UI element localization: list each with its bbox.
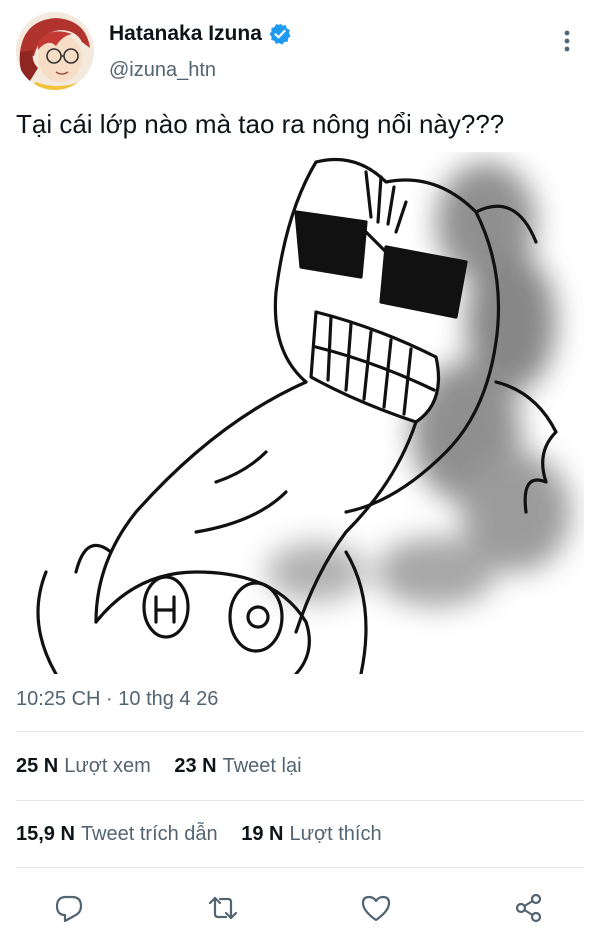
views-stat[interactable]: 25 N Lượt xem (16, 755, 151, 778)
retweets-stat[interactable]: 23 N Tweet lại (174, 755, 301, 778)
retweet-icon[interactable] (205, 890, 241, 926)
likes-count: 19 N (241, 823, 284, 845)
views-count: 25 N (16, 755, 59, 777)
quotes-label: Tweet trích dẫn (80, 823, 218, 845)
action-bar (0, 880, 600, 936)
tweet-timestamp[interactable]: 10:25 CH · 10 thg 4 26 (16, 688, 218, 711)
avatar[interactable] (16, 12, 94, 90)
divider (16, 800, 584, 801)
likes-stat[interactable]: 19 N Lượt thích (241, 823, 381, 846)
retweets-label: Tweet lại (222, 755, 302, 777)
tweet-text: Tại cái lớp nào mà tao ra nông nổi này??… (16, 109, 505, 139)
more-options-icon[interactable] (556, 28, 578, 54)
user-handle[interactable]: @izuna_htn (109, 59, 216, 82)
tweet-media-image[interactable] (16, 152, 584, 676)
views-label: Lượt xem (64, 755, 151, 777)
divider (16, 731, 584, 732)
stats-row-1: 25 N Lượt xem 23 N Tweet lại (16, 755, 320, 778)
stats-row-2: 15,9 N Tweet trích dẫn 19 N Lượt thích (16, 823, 400, 846)
verified-badge-icon (268, 22, 292, 46)
retweets-count: 23 N (174, 755, 217, 777)
reply-icon[interactable] (51, 890, 87, 926)
tweet-header: Hatanaka Izuna @izuna_htn (0, 0, 600, 100)
like-icon[interactable] (358, 890, 394, 926)
share-icon[interactable] (511, 890, 547, 926)
quotes-count: 15,9 N (16, 823, 75, 845)
divider (16, 867, 584, 868)
display-name[interactable]: Hatanaka Izuna (109, 22, 262, 46)
quotes-stat[interactable]: 15,9 N Tweet trích dẫn (16, 823, 218, 846)
likes-label: Lượt thích (289, 823, 382, 845)
